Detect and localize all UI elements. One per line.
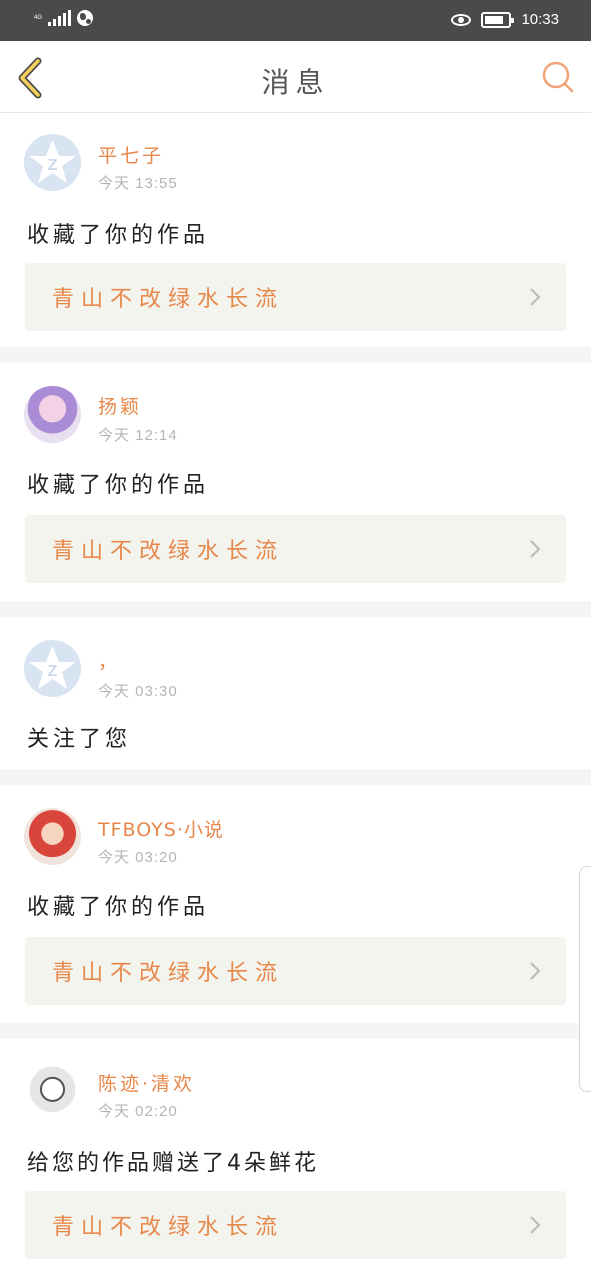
search-icon — [542, 61, 574, 93]
search-button[interactable] — [541, 60, 575, 94]
sender-name[interactable]: 平七子 — [98, 141, 164, 168]
eye-icon — [451, 13, 472, 26]
work-title: 青山不改绿水长流 — [52, 1215, 285, 1240]
chevron-right-icon — [530, 962, 541, 980]
message-time: 今天 02:20 — [98, 1103, 178, 1120]
message-time: 今天 03:30 — [98, 683, 178, 700]
battery-icon — [481, 11, 515, 28]
message-item: Z ， 今天 03:30 关注了您 — [0, 617, 591, 769]
status-bar: 4G 10:33 — [0, 0, 591, 41]
message-time: 今天 12:14 — [98, 427, 178, 444]
chevron-right-icon — [530, 288, 541, 306]
message-time: 今天 03:20 — [98, 849, 178, 866]
nav-bar: 消息 — [0, 41, 591, 113]
avatar[interactable]: Z — [24, 134, 81, 191]
svg-text:Z: Z — [48, 157, 58, 174]
message-time: 今天 13:55 — [98, 175, 178, 192]
avatar[interactable]: Z — [24, 640, 81, 697]
svg-text:Z: Z — [48, 663, 58, 680]
message-item: Z 平七子 今天 13:55 收藏了你的作品 青山不改绿水长流 — [0, 113, 591, 347]
avatar[interactable] — [24, 386, 81, 443]
work-link-card[interactable]: 青山不改绿水长流 — [25, 1191, 566, 1259]
work-title: 青山不改绿水长流 — [52, 287, 285, 312]
message-text: 收藏了你的作品 — [27, 895, 210, 920]
default-avatar-icon: Z — [29, 646, 76, 689]
message-text: 收藏了你的作品 — [27, 473, 210, 498]
work-link-card[interactable]: 青山不改绿水长流 — [25, 263, 566, 331]
scrollbar[interactable] — [579, 866, 591, 1092]
avatar[interactable] — [24, 808, 81, 865]
default-avatar-icon: Z — [29, 140, 76, 183]
message-text: 给您的作品赠送了4朵鲜花 — [27, 1151, 319, 1176]
network-indicator: 4G — [34, 14, 42, 23]
network-type: 4G — [34, 14, 43, 21]
status-time: 10:33 — [521, 11, 559, 28]
work-link-card[interactable]: 青山不改绿水长流 — [25, 937, 566, 1005]
message-feed: Z 平七子 今天 13:55 收藏了你的作品 青山不改绿水长流 扬颖 今天 12… — [0, 113, 591, 1280]
message-item: 扬颖 今天 12:14 收藏了你的作品 青山不改绿水长流 — [0, 363, 591, 601]
page-title: 消息 — [261, 66, 330, 99]
avatar[interactable] — [24, 1062, 81, 1119]
work-link-card[interactable]: 青山不改绿水长流 — [25, 515, 566, 583]
globe-icon — [77, 10, 94, 26]
message-item: 陈迹·清欢 今天 02:20 给您的作品赠送了4朵鲜花 青山不改绿水长流 — [0, 1039, 591, 1280]
message-item: TFBOYS·小说 今天 03:20 收藏了你的作品 青山不改绿水长流 — [0, 785, 591, 1023]
message-text: 关注了您 — [27, 727, 132, 752]
signal-icon — [48, 10, 72, 26]
message-text: 收藏了你的作品 — [27, 223, 210, 248]
sender-name[interactable]: TFBOYS·小说 — [98, 815, 224, 842]
chevron-right-icon — [530, 540, 541, 558]
work-title: 青山不改绿水长流 — [52, 539, 285, 564]
sender-name[interactable]: 陈迹·清欢 — [98, 1069, 195, 1096]
chevron-right-icon — [530, 1216, 541, 1234]
work-title: 青山不改绿水长流 — [52, 961, 285, 986]
sender-name[interactable]: ， — [98, 647, 120, 674]
sender-name[interactable]: 扬颖 — [98, 392, 142, 419]
